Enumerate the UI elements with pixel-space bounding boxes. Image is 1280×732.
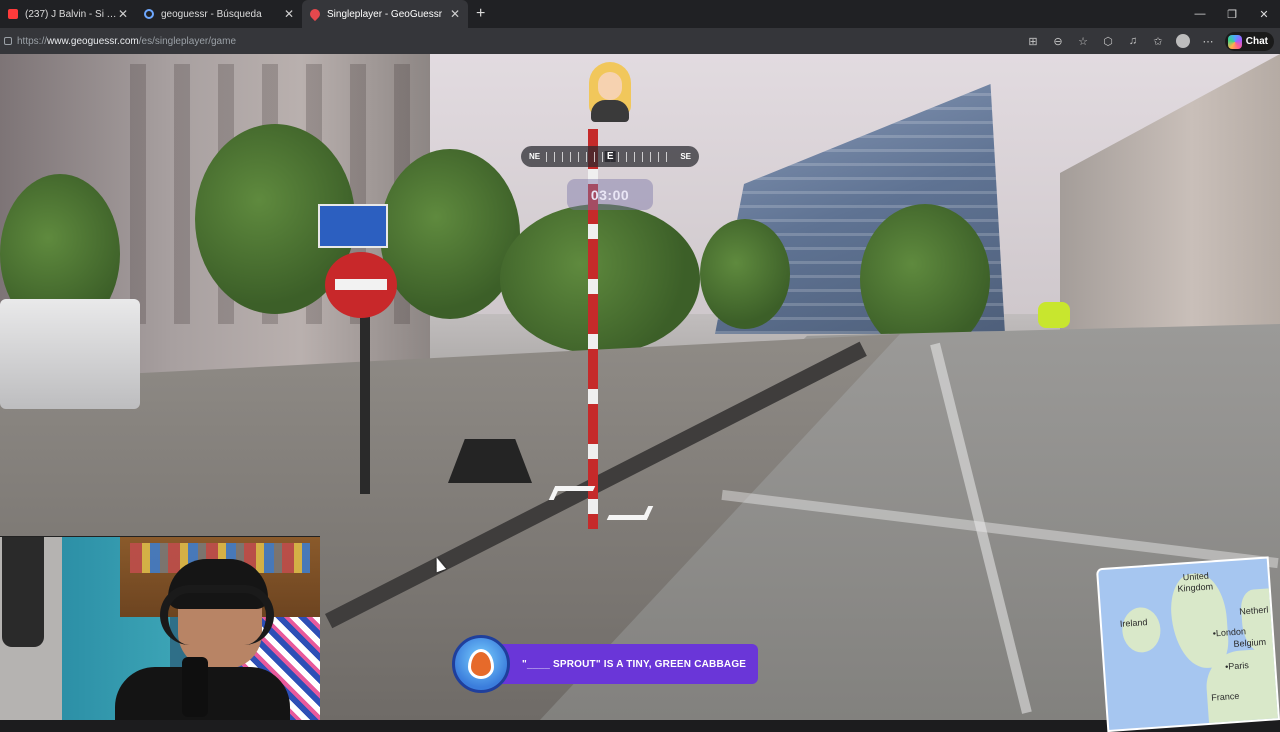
tab-geoguessr[interactable]: Singleplayer - GeoGuessr ✕ bbox=[302, 0, 468, 28]
compass-heading: E bbox=[604, 150, 616, 162]
youtube-icon bbox=[8, 9, 18, 19]
url-path: /es/singleplayer/game bbox=[138, 35, 237, 47]
favorites-icon[interactable]: ✩ bbox=[1150, 33, 1166, 49]
restore-icon[interactable]: ❐ bbox=[1216, 0, 1248, 28]
location-pin-icon bbox=[452, 635, 510, 693]
address-bar[interactable]: https://www.geoguessr.com/es/singleplaye… bbox=[0, 28, 1280, 54]
close-window-icon[interactable]: ✕ bbox=[1248, 0, 1280, 28]
sign-post bbox=[360, 314, 370, 494]
webcam-overlay bbox=[0, 536, 320, 720]
url-scheme: https:// bbox=[17, 35, 48, 47]
blue-road-sign bbox=[318, 204, 388, 248]
close-tab-icon[interactable]: ✕ bbox=[450, 7, 460, 21]
tab-bar: (237) J Balvin - Si Tu Novio Te ✕ geogue… bbox=[0, 0, 1280, 28]
tree bbox=[700, 219, 790, 329]
map-label-france: France bbox=[1210, 690, 1240, 703]
close-tab-icon[interactable]: ✕ bbox=[284, 7, 294, 21]
compass: NE E SE bbox=[521, 146, 699, 167]
search-icon bbox=[144, 9, 154, 19]
compass-ticks: E bbox=[546, 150, 675, 162]
window-controls: — ❐ ✕ bbox=[1184, 0, 1280, 28]
close-tab-icon[interactable]: ✕ bbox=[118, 7, 128, 21]
tab-youtube[interactable]: (237) J Balvin - Si Tu Novio Te ✕ bbox=[0, 0, 136, 28]
player-avatar bbox=[587, 62, 633, 122]
hanging-jacket bbox=[2, 537, 44, 647]
hint-banner: "____ SPROUT" IS A TINY, GREEN CABBAGE bbox=[452, 634, 759, 694]
more-menu-icon[interactable]: ⋯ bbox=[1200, 33, 1216, 49]
map-label-ireland: Ireland bbox=[1119, 617, 1148, 629]
compass-left: NE bbox=[529, 152, 541, 161]
microphone bbox=[182, 657, 208, 717]
chat-label: Chat bbox=[1245, 36, 1268, 47]
map-label-paris: •Paris bbox=[1224, 660, 1250, 672]
tab-title: (237) J Balvin - Si Tu Novio Te bbox=[25, 8, 118, 20]
chat-button[interactable]: Chat bbox=[1224, 32, 1274, 51]
tab-title: Singleplayer - GeoGuessr bbox=[327, 8, 443, 20]
land-ireland bbox=[1120, 606, 1162, 654]
tree bbox=[380, 149, 520, 319]
minimize-icon[interactable]: — bbox=[1184, 0, 1216, 28]
app-available-icon[interactable]: ⊞ bbox=[1025, 33, 1041, 49]
move-arrow-left[interactable] bbox=[548, 486, 596, 500]
toolbar-icons: ⊞ ⊖ ☆ ⬡ ♫ ✩ ⋯ bbox=[1025, 28, 1216, 54]
white-van bbox=[0, 299, 140, 409]
url-domain: www.geoguessr.com bbox=[47, 35, 139, 47]
map-pin-icon bbox=[307, 6, 323, 22]
lock-icon[interactable] bbox=[4, 37, 12, 45]
city-label: London bbox=[1215, 626, 1247, 639]
cyclist bbox=[1038, 302, 1070, 328]
headset bbox=[160, 585, 274, 645]
new-tab-button[interactable]: + bbox=[476, 0, 485, 28]
map-label-netherlands: Netherl bbox=[1238, 604, 1269, 617]
media-icon[interactable]: ♫ bbox=[1125, 33, 1141, 49]
guess-minimap[interactable]: United Kingdom Ireland Netherl •London B… bbox=[1095, 556, 1280, 732]
map-label-uk: United bbox=[1182, 570, 1210, 583]
compass-right: SE bbox=[680, 152, 691, 161]
copilot-icon bbox=[1227, 34, 1242, 49]
city-label: Paris bbox=[1227, 660, 1250, 672]
reader-icon[interactable]: ⊖ bbox=[1050, 33, 1066, 49]
tree bbox=[500, 204, 700, 354]
extensions-icon[interactable]: ⬡ bbox=[1100, 33, 1116, 49]
round-timer: 03:00 bbox=[567, 179, 653, 210]
tab-search[interactable]: geoguessr - Búsqueda ✕ bbox=[136, 0, 302, 28]
profile-icon[interactable] bbox=[1175, 33, 1191, 49]
url-text[interactable]: https://www.geoguessr.com/es/singleplaye… bbox=[17, 36, 236, 47]
no-entry-sign bbox=[325, 252, 397, 318]
tree bbox=[860, 204, 990, 354]
tab-title: geoguessr - Búsqueda bbox=[161, 8, 262, 20]
move-arrow-right[interactable] bbox=[606, 506, 654, 520]
favorite-star-icon[interactable]: ☆ bbox=[1075, 33, 1091, 49]
map-label-london: •London bbox=[1212, 626, 1247, 639]
hint-text: "____ SPROUT" IS A TINY, GREEN CABBAGE bbox=[500, 644, 759, 684]
